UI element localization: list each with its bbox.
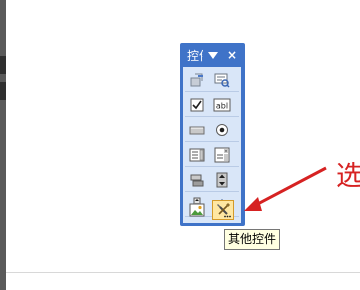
annotation-arrow <box>244 166 327 211</box>
annotation-text: 选 <box>336 161 360 192</box>
